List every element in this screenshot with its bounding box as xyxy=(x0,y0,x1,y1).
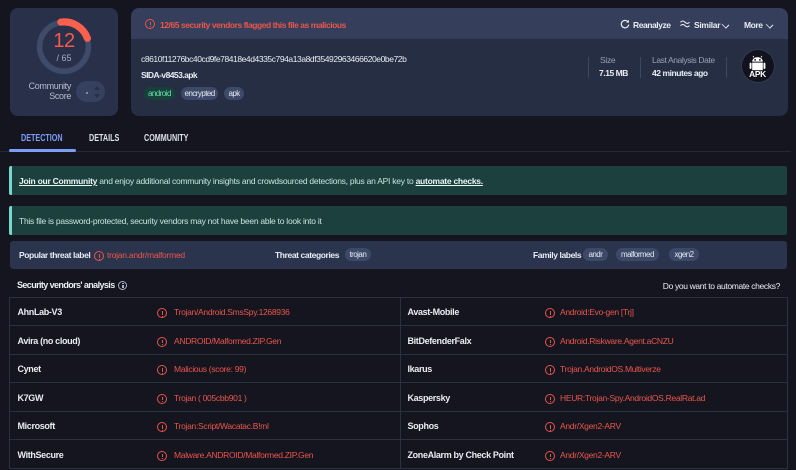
svg-text:APK: APK xyxy=(749,69,766,79)
